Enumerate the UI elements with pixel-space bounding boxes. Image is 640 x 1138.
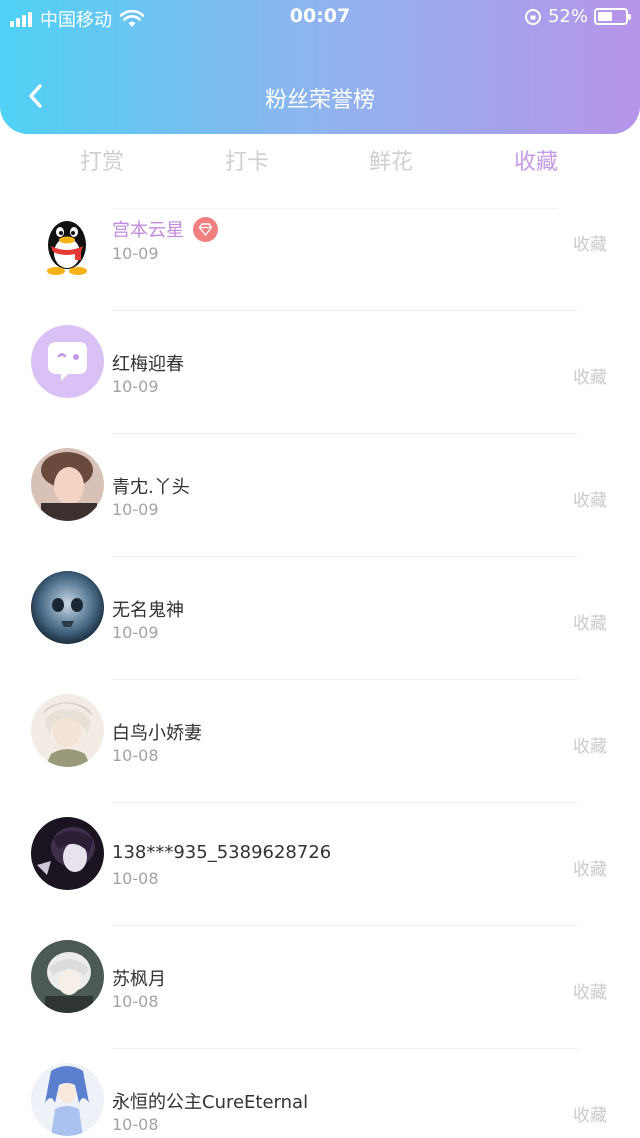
- avatar[interactable]: [31, 1063, 104, 1136]
- user-name[interactable]: 青冘.丫头: [112, 473, 190, 499]
- avatar[interactable]: [31, 571, 104, 644]
- battery-icon: [594, 8, 631, 25]
- list-item[interactable]: 苏枫月 10-08 收藏: [0, 926, 640, 1049]
- user-name[interactable]: 138***935_5389628726: [112, 842, 331, 863]
- user-name[interactable]: 苏枫月: [112, 965, 166, 991]
- avatar[interactable]: [31, 325, 104, 398]
- user-name[interactable]: 红梅迎春: [112, 350, 184, 376]
- favorite-label: 收藏: [573, 491, 607, 511]
- user-name-line: 青冘.丫头: [112, 473, 190, 499]
- favorite-label: 收藏: [573, 860, 607, 880]
- favorite-date: 10-09: [112, 377, 159, 396]
- user-name-line: 宫本云星: [112, 216, 218, 242]
- tab-bar: 打赏 打卡 鲜花 收藏: [0, 140, 640, 184]
- user-name[interactable]: 永恒的公主CureEternal: [112, 1088, 308, 1114]
- list-item[interactable]: 青冘.丫头 10-09 收藏: [0, 434, 640, 557]
- favorite-date: 10-09: [112, 623, 159, 642]
- list-item[interactable]: 138***935_5389628726 10-08 收藏: [0, 803, 640, 926]
- list-item[interactable]: 红梅迎春 10-09 收藏: [0, 311, 640, 434]
- user-name[interactable]: 宫本云星: [112, 216, 184, 242]
- page-title: 粉丝荣誉榜: [264, 88, 375, 113]
- avatar[interactable]: [31, 208, 104, 281]
- favorite-date: 10-08: [112, 992, 159, 1011]
- favorite-label: 收藏: [573, 1106, 607, 1126]
- list-item[interactable]: 白鸟小娇妻 10-08 收藏: [0, 680, 640, 803]
- user-name[interactable]: 无名鬼神: [112, 596, 184, 622]
- favorite-date: 10-08: [112, 746, 159, 765]
- avatar[interactable]: [31, 940, 104, 1013]
- status-bar: 中国移动 00:07 52%: [0, 0, 640, 34]
- rotation-lock-icon: [524, 8, 541, 25]
- favorite-date: 10-09: [112, 500, 159, 519]
- avatar[interactable]: [31, 694, 104, 767]
- user-name-line: 138***935_5389628726: [112, 842, 331, 863]
- tab-favorites[interactable]: 收藏: [476, 144, 596, 176]
- list-item[interactable]: 永恒的公主CureEternal 10-08 收藏: [0, 1049, 640, 1138]
- battery-percent: 52%: [547, 6, 588, 27]
- header-bar: 中国移动 00:07 52% 粉丝荣誉榜: [0, 0, 640, 134]
- favorite-label: 收藏: [573, 983, 607, 1003]
- user-name[interactable]: 白鸟小娇妻: [112, 719, 202, 745]
- favorite-date: 10-08: [112, 1115, 159, 1134]
- user-name-line: 苏枫月: [112, 965, 166, 991]
- favorite-label: 收藏: [573, 235, 607, 255]
- favorite-label: 收藏: [573, 368, 607, 388]
- tab-reward[interactable]: 打赏: [42, 144, 162, 176]
- user-name-line: 红梅迎春: [112, 350, 184, 376]
- favorite-label: 收藏: [573, 737, 607, 757]
- favorite-label: 收藏: [573, 614, 607, 634]
- tab-checkin[interactable]: 打卡: [187, 144, 307, 176]
- avatar[interactable]: [31, 817, 104, 890]
- nav-bar: 粉丝荣誉榜: [0, 70, 640, 122]
- avatar[interactable]: [31, 448, 104, 521]
- battery-level: [598, 12, 612, 21]
- favorite-date: 10-08: [112, 869, 159, 888]
- tab-flowers[interactable]: 鲜花: [331, 144, 451, 176]
- user-name-line: 永恒的公主CureEternal: [112, 1088, 308, 1114]
- user-name-line: 无名鬼神: [112, 596, 184, 622]
- favorite-date: 10-09: [112, 244, 159, 263]
- user-name-line: 白鸟小娇妻: [112, 719, 202, 745]
- list-item[interactable]: 宫本云星 10-09 收藏: [0, 188, 640, 311]
- diamond-badge-icon: [193, 216, 218, 242]
- list-item[interactable]: 无名鬼神 10-09 收藏: [0, 557, 640, 680]
